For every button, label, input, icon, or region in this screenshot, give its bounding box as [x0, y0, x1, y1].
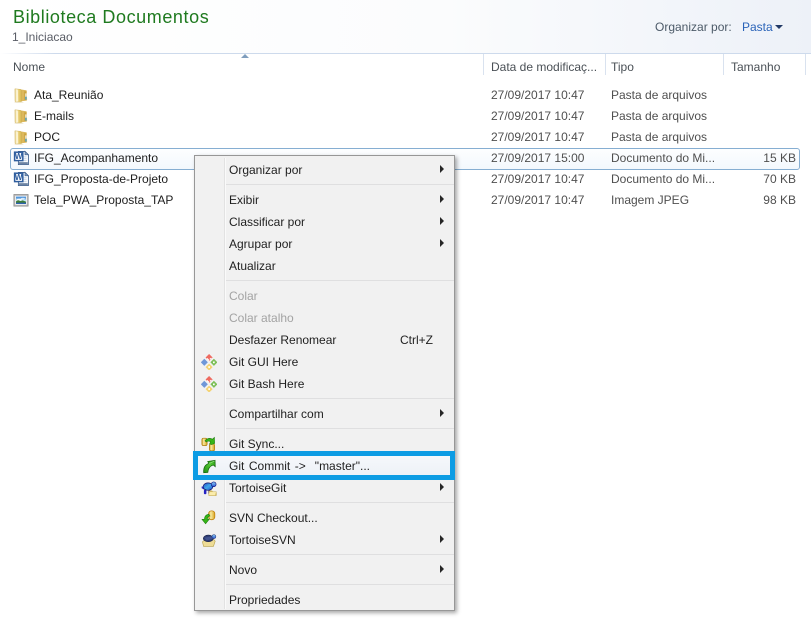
svg-text:W: W	[15, 152, 23, 161]
svg-text:W: W	[15, 173, 23, 182]
